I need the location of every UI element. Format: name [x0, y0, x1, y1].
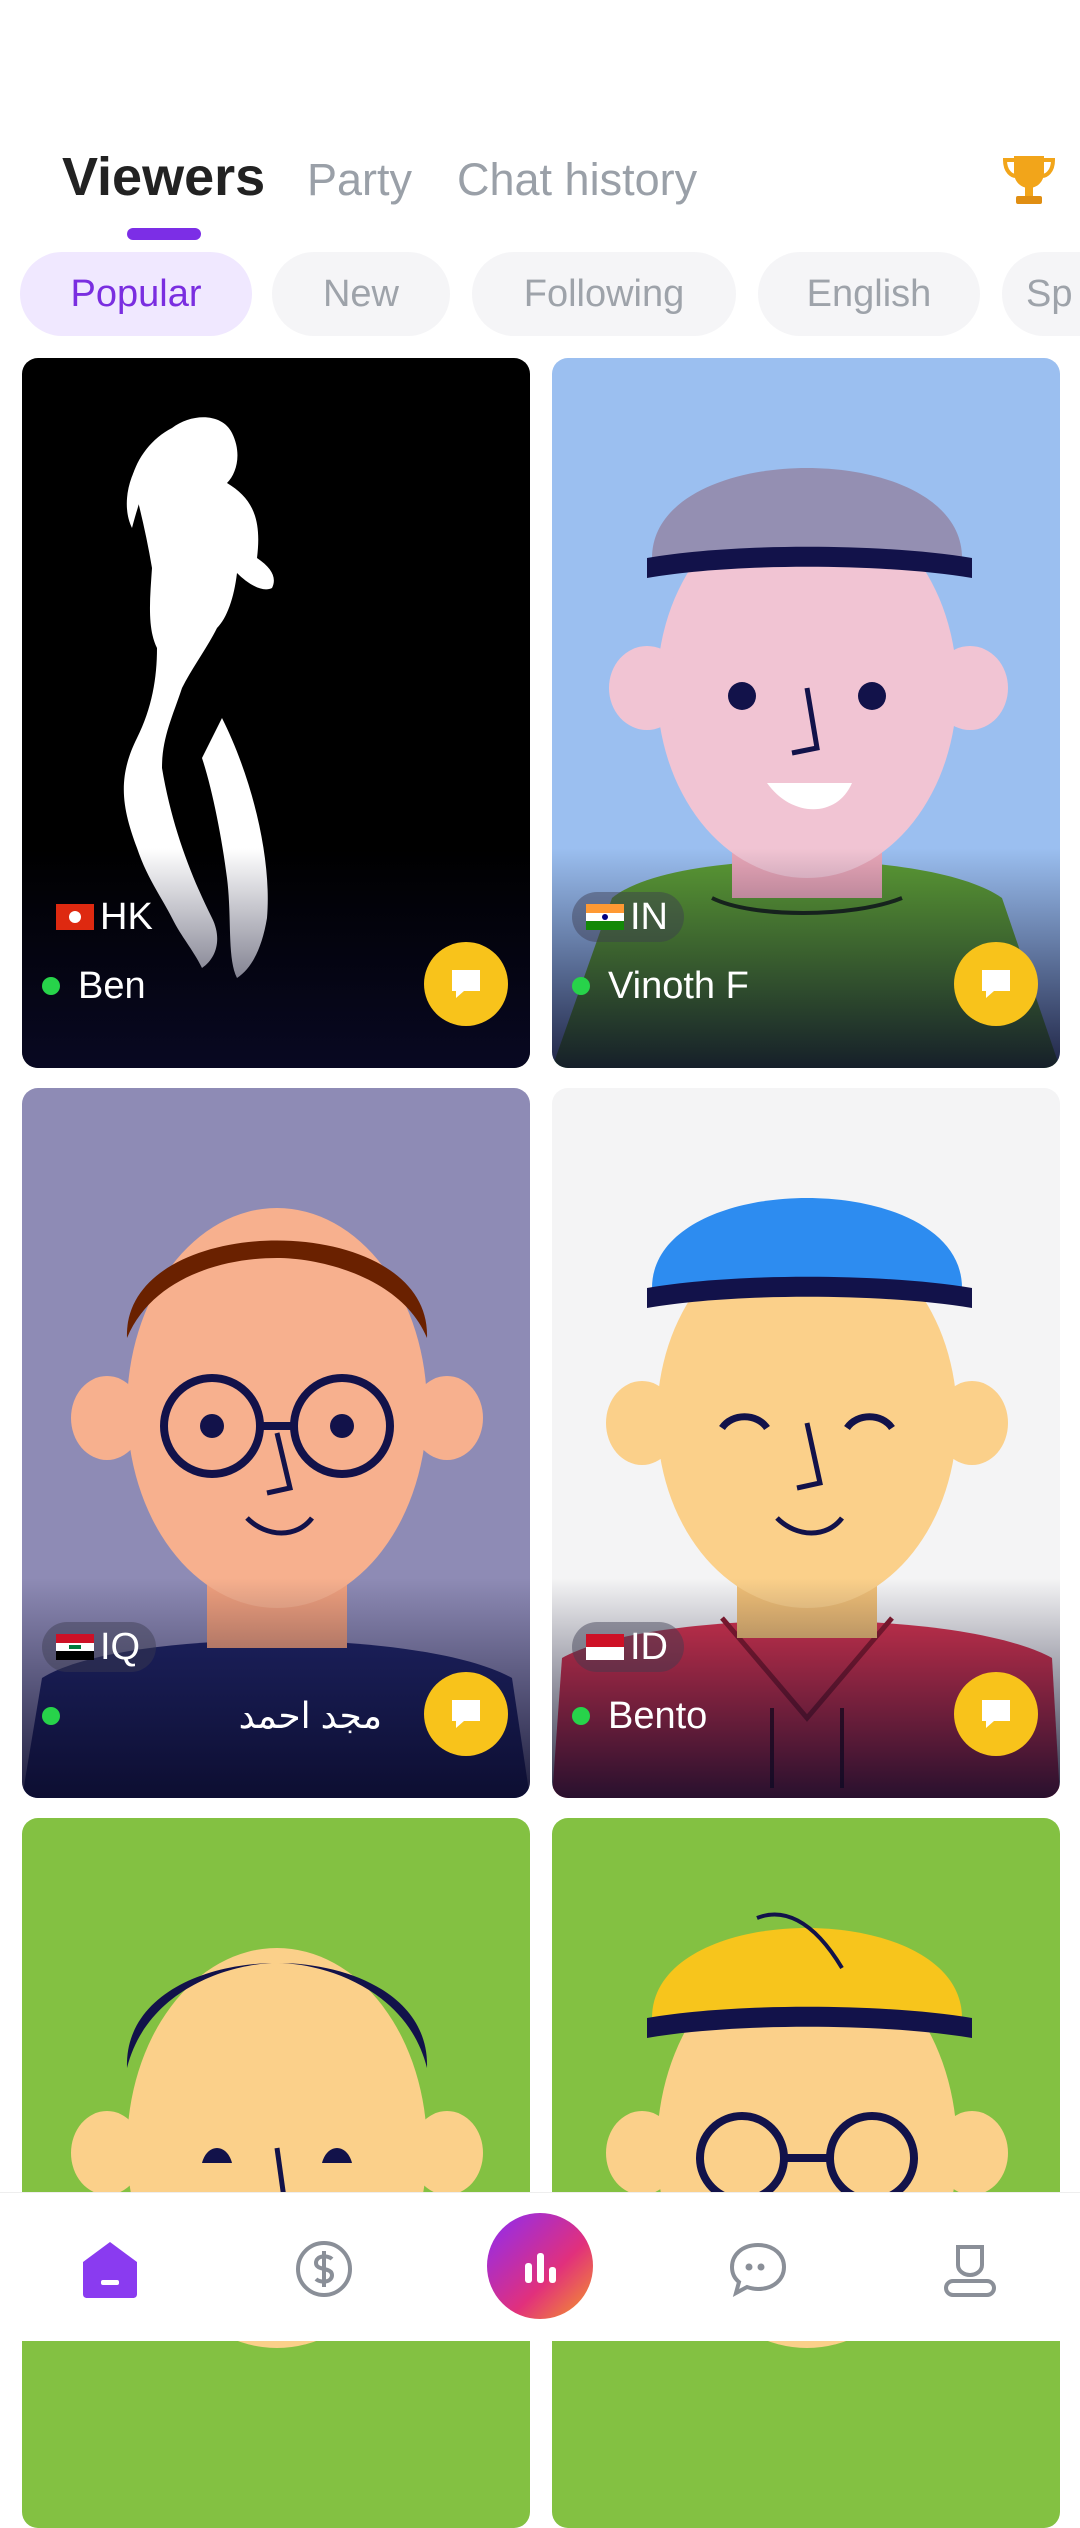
message-icon: [982, 970, 1010, 998]
nav-home[interactable]: [70, 2229, 150, 2309]
country-code: IQ: [100, 1625, 141, 1668]
chip-english[interactable]: English: [758, 252, 980, 336]
name-row: Ben: [42, 958, 422, 1014]
viewer-card[interactable]: [22, 1818, 530, 2528]
country-badge: HK: [42, 892, 169, 942]
nav-stats[interactable]: [487, 2213, 593, 2319]
tab-viewers[interactable]: Viewers: [62, 146, 265, 208]
viewer-card[interactable]: HK Ben: [22, 358, 530, 1068]
flag-iq-icon: [56, 1634, 94, 1660]
nav-profile[interactable]: [930, 2229, 1010, 2309]
chip-following[interactable]: Following: [472, 252, 736, 336]
message-icon: [982, 1700, 1010, 1728]
online-indicator: [572, 1707, 590, 1725]
country-badge: IN: [572, 892, 684, 942]
chat-button[interactable]: [424, 942, 508, 1026]
chat-button[interactable]: [424, 1672, 508, 1756]
chip-new[interactable]: New: [272, 252, 450, 336]
country-code: ID: [630, 1625, 668, 1668]
chat-bubble-icon: [729, 2242, 787, 2298]
country-code: HK: [100, 895, 153, 938]
viewer-name: Ben: [78, 964, 146, 1007]
name-row: Bento: [572, 1688, 952, 1744]
online-indicator: [572, 977, 590, 995]
flag-in-icon: [586, 904, 624, 930]
message-icon: [452, 1700, 480, 1728]
chat-button[interactable]: [954, 1672, 1038, 1756]
avatar: [606, 1912, 1008, 2348]
viewer-card[interactable]: IQ مجد احمد: [22, 1088, 530, 1798]
country-badge: ID: [572, 1622, 684, 1672]
viewer-name: مجد احمد: [238, 1695, 382, 1736]
nav-messages[interactable]: [718, 2229, 798, 2309]
bottom-nav: [0, 2192, 1080, 2341]
stats-icon: [525, 2253, 556, 2283]
flag-hk-icon: [56, 904, 94, 930]
active-tab-indicator: [127, 228, 201, 240]
online-indicator: [42, 977, 60, 995]
chip-sp[interactable]: Sp: [1002, 252, 1080, 336]
profile-icon: [944, 2245, 996, 2297]
chip-popular[interactable]: Popular: [20, 252, 252, 336]
nav-wallet[interactable]: [284, 2229, 364, 2309]
viewer-card[interactable]: IN Vinoth F: [552, 358, 1060, 1068]
viewer-name: Bento: [608, 1694, 708, 1737]
name-row: Vinoth F: [572, 958, 952, 1014]
viewer-card[interactable]: [552, 1818, 1060, 2528]
tab-chat-history[interactable]: Chat history: [457, 154, 697, 206]
country-code: IN: [630, 895, 668, 938]
viewer-name: Vinoth F: [608, 964, 749, 1007]
viewer-card[interactable]: ID Bento: [552, 1088, 1060, 1798]
tab-party[interactable]: Party: [307, 154, 412, 206]
dollar-icon: [296, 2241, 352, 2297]
avatar: [71, 1948, 483, 2348]
flag-id-icon: [586, 1634, 624, 1660]
country-badge: IQ: [42, 1622, 157, 1672]
chat-button[interactable]: [954, 942, 1038, 1026]
message-icon: [452, 970, 480, 998]
trophy-icon[interactable]: [1000, 150, 1058, 208]
home-icon: [83, 2242, 137, 2298]
filter-chips: Popular New Following English Sp: [20, 252, 1080, 336]
